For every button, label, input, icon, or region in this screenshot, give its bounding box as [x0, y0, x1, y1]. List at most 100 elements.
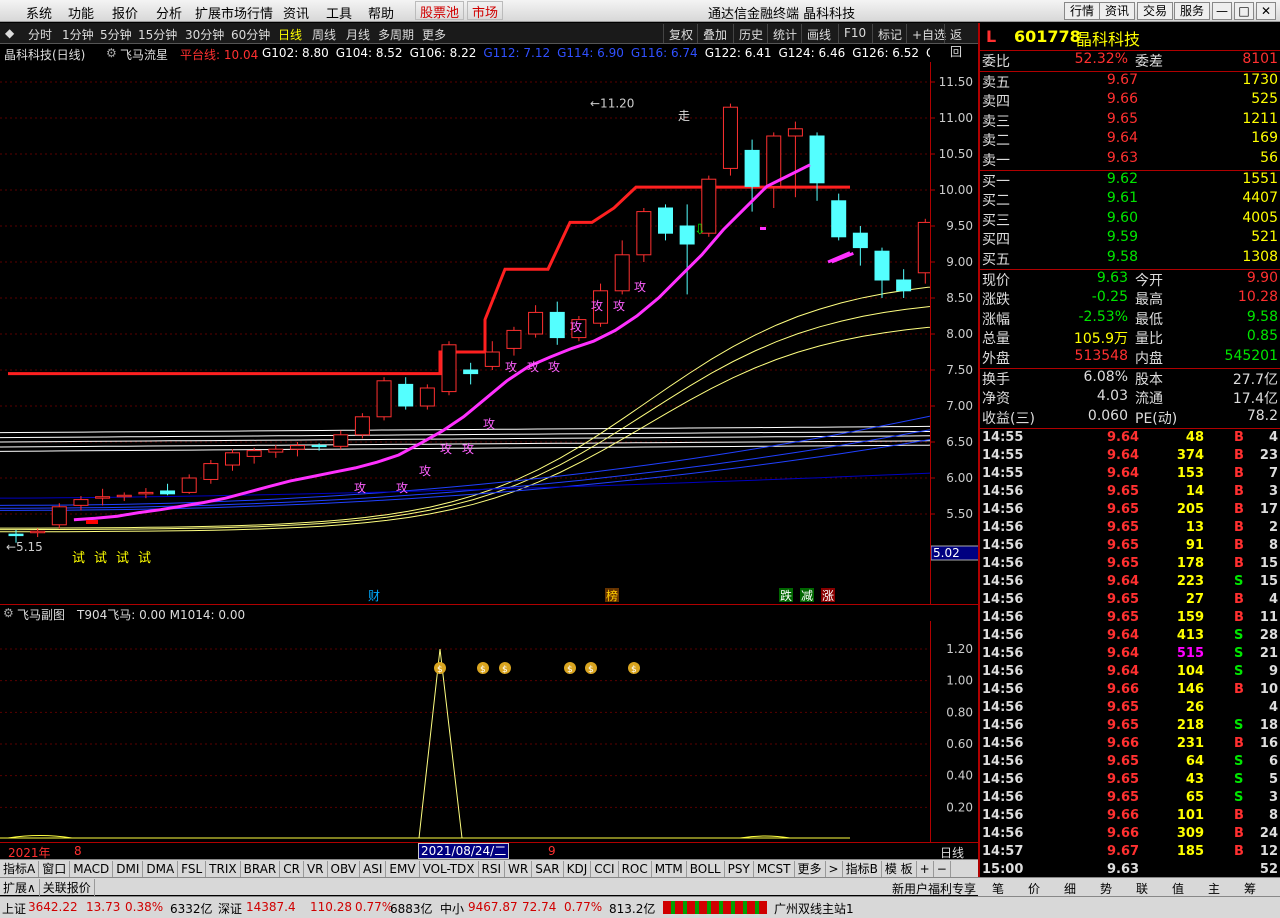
settings-icon[interactable]: ⚙	[106, 46, 117, 60]
indicator-tab[interactable]: BOLL	[687, 861, 725, 877]
quote-tab[interactable]: 筹	[1244, 880, 1256, 897]
quote-tab[interactable]: 联	[1136, 880, 1148, 897]
indicator-tab[interactable]: +	[917, 861, 934, 877]
chart-tool-button[interactable]: 复权	[663, 24, 698, 43]
sub-settings-icon[interactable]: ⚙	[3, 606, 14, 620]
indicator-tab[interactable]: FSL	[178, 861, 207, 877]
quote-tab[interactable]: 笔	[992, 880, 1004, 897]
period-tab[interactable]: 更多	[422, 26, 446, 43]
quote-tab[interactable]: 势	[1100, 880, 1112, 897]
period-tab[interactable]: 1分钟	[62, 26, 94, 43]
indicator-tab[interactable]: DMI	[113, 861, 144, 877]
menu-item[interactable]: 系统	[26, 3, 52, 22]
period-tab[interactable]: 周线	[312, 26, 336, 43]
bid-row[interactable]: 买五 9.58 1308	[982, 249, 1278, 268]
indicator-tab[interactable]: ROC	[619, 861, 652, 877]
maximize-icon[interactable]: □	[1234, 2, 1254, 20]
sub-chart-area[interactable]: $ $ $ $ $ $	[0, 621, 930, 842]
top-button[interactable]: 资讯	[1099, 2, 1136, 20]
indicator-tab[interactable]: CR	[280, 861, 304, 877]
menu-item[interactable]: 帮助	[368, 3, 394, 22]
indicator-tab[interactable]: MTM	[652, 861, 687, 877]
indicator-tab[interactable]: KDJ	[564, 861, 592, 877]
menu-item[interactable]: 报价	[112, 3, 138, 22]
indicator-name[interactable]: 飞马流星	[120, 46, 168, 61]
chart-tool-button[interactable]: F10	[838, 24, 871, 43]
quote-tab[interactable]: 主	[1208, 880, 1220, 897]
indicator-tab[interactable]: 窗口	[39, 861, 71, 877]
indicator-tab[interactable]: BRAR	[241, 861, 281, 877]
indicator-tab[interactable]: CCI	[591, 861, 619, 877]
quote-tab[interactable]: 值	[1172, 880, 1184, 897]
menu-item[interactable]: 资讯	[283, 3, 309, 22]
period-tab[interactable]: 分时	[28, 26, 52, 43]
chart-tool-button[interactable]: 返回	[944, 24, 978, 59]
indicator-tab[interactable]: WR	[505, 861, 533, 877]
period-tab[interactable]: 日线	[278, 26, 302, 43]
indicator-tab[interactable]: 指标A	[0, 861, 40, 877]
bid-row[interactable]: 买三 9.60 4005	[982, 210, 1278, 229]
menu-item-red[interactable]: 股票池	[415, 1, 465, 21]
ask-row[interactable]: 卖四 9.66 525	[982, 91, 1278, 110]
top-button[interactable]: 交易	[1137, 2, 1174, 20]
price-tick: 7.00	[946, 399, 973, 413]
indicator-tab[interactable]: VOL-TDX	[420, 861, 479, 877]
indicator-tab[interactable]: MACD	[70, 861, 114, 877]
period-tab[interactable]: 5分钟	[100, 26, 132, 43]
indicator-tab[interactable]: 模 板	[882, 861, 917, 877]
white-ma-line	[0, 425, 1015, 434]
top-button[interactable]: 行情	[1064, 2, 1101, 20]
top-button[interactable]: 服务	[1174, 2, 1211, 20]
period-tab[interactable]: 60分钟	[231, 26, 270, 43]
attack-signal: 攻	[419, 464, 431, 478]
indicator-tab[interactable]: 更多	[795, 861, 826, 877]
ask-row[interactable]: 卖五 9.67 1730	[982, 72, 1278, 91]
promo-text[interactable]: 新用户福利专享	[892, 880, 976, 897]
extension-tab[interactable]: 扩展∧	[0, 879, 40, 896]
candle-body	[246, 450, 262, 457]
bid-row[interactable]: 买四 9.59 521	[982, 229, 1278, 248]
menu-item-red[interactable]: 市场	[467, 1, 504, 21]
period-tab[interactable]: 多周期	[378, 26, 414, 43]
indicator-tab[interactable]: ASI	[360, 861, 387, 877]
stat2-row: 换手 6.08% 股本 27.7亿	[982, 369, 1278, 388]
chart-tool-button[interactable]: 画线	[801, 24, 836, 43]
indicator-tab[interactable]: EMV	[386, 861, 420, 877]
indicator-tab[interactable]: VR	[304, 861, 328, 877]
chart-tool-button[interactable]: 历史	[733, 24, 768, 43]
bid-row[interactable]: 买二 9.61 4407	[982, 190, 1278, 209]
indicator-tab[interactable]: SAR	[532, 861, 564, 877]
ask-row[interactable]: 卖二 9.64 169	[982, 130, 1278, 149]
menu-item[interactable]: 功能	[68, 3, 94, 22]
indicator-tab[interactable]: −	[934, 861, 951, 877]
indicator-tab[interactable]: TRIX	[206, 861, 241, 877]
ask-row[interactable]: 卖三 9.65 1211	[982, 111, 1278, 130]
main-chart-area[interactable]: ←11.20 ←5.15 试试试试攻攻攻攻攻攻攻攻攻攻攻攻攻走 ⇩ 财榜跌减涨	[0, 62, 1020, 604]
quote-bottom-tabs: 新用户福利专享笔 价 细 势 联 值 主 筹	[892, 877, 1280, 897]
extension-tab[interactable]: 关联报价	[40, 879, 95, 896]
minimize-icon[interactable]: —	[1212, 2, 1232, 20]
chart-tool-button[interactable]: 标记	[872, 24, 907, 43]
menu-item[interactable]: 扩展市场行情	[195, 3, 273, 22]
indicator-tab[interactable]: >	[826, 861, 843, 877]
ask-row[interactable]: 卖一 9.63 56	[982, 150, 1278, 169]
period-tab[interactable]: 15分钟	[138, 26, 177, 43]
chart-tool-button[interactable]: 叠加	[697, 24, 732, 43]
indicator-tab[interactable]: MCST	[754, 861, 795, 877]
indicator-tab[interactable]: DMA	[143, 861, 179, 877]
candlestick-chart[interactable]: ←11.20←5.15试试试试攻 攻攻攻 攻攻攻攻攻攻攻 攻攻走⇩财榜跌减涨	[0, 62, 1020, 604]
close-icon[interactable]: ✕	[1256, 2, 1276, 20]
menu-item[interactable]: 工具	[326, 3, 352, 22]
period-tab[interactable]: 30分钟	[185, 26, 224, 43]
collapse-icon[interactable]: ◆	[5, 26, 14, 40]
quote-tab[interactable]: 细	[1064, 880, 1076, 897]
indicator-tab[interactable]: 指标B	[843, 861, 882, 877]
indicator-tab[interactable]: PSY	[725, 861, 754, 877]
menu-item[interactable]: 分析	[156, 3, 182, 22]
indicator-tab[interactable]: OBV	[328, 861, 361, 877]
indicator-tab[interactable]: RSI	[479, 861, 506, 877]
period-tab[interactable]: 月线	[346, 26, 370, 43]
quote-tab[interactable]: 价	[1028, 880, 1040, 897]
bid-row[interactable]: 买一 9.62 1551	[982, 171, 1278, 190]
chart-tool-button[interactable]: 统计	[767, 24, 802, 43]
